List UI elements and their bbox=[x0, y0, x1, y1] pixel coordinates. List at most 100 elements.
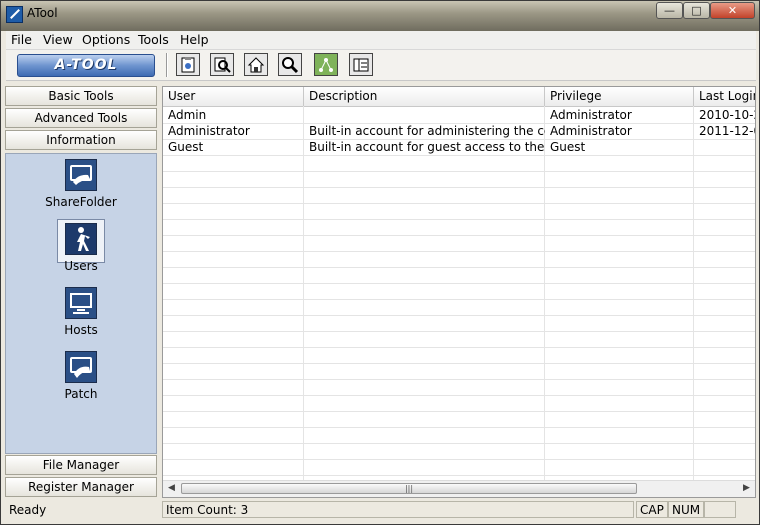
window-title: ATool bbox=[27, 6, 58, 20]
cell-user: Administrator bbox=[168, 124, 250, 138]
minimize-icon: — bbox=[664, 4, 675, 17]
magnifier-icon bbox=[282, 56, 299, 73]
sidebar-item-hosts[interactable]: Hosts bbox=[6, 287, 156, 337]
table-row bbox=[163, 219, 755, 236]
minimize-button[interactable]: — bbox=[656, 2, 683, 19]
sidebar-item-label: Hosts bbox=[64, 323, 98, 337]
menu-bar: File View Options Tools Help bbox=[6, 31, 756, 50]
cell-description bbox=[304, 107, 545, 123]
sidebar-item-patch[interactable]: Patch bbox=[6, 351, 156, 401]
cell-last-login bbox=[694, 139, 755, 155]
status-bar: Ready Item Count: 3 CAP NUM bbox=[5, 500, 757, 520]
sidebar-item-sharefolder[interactable]: ShareFolder bbox=[6, 159, 156, 209]
table-row bbox=[163, 315, 755, 332]
sidebar-item-label: Users bbox=[64, 259, 98, 273]
cell-privilege: Administrator bbox=[550, 108, 632, 122]
close-icon: ✕ bbox=[727, 4, 738, 17]
cell-privilege: Administrator bbox=[550, 124, 632, 138]
column-header-user[interactable]: User bbox=[163, 87, 304, 106]
patch-icon bbox=[65, 351, 97, 383]
column-header-description[interactable]: Description bbox=[304, 87, 545, 106]
atool-logo: A-TOOL bbox=[17, 54, 155, 77]
home-icon bbox=[247, 56, 265, 72]
resize-grip-icon[interactable] bbox=[736, 501, 756, 518]
table-row bbox=[163, 187, 755, 204]
status-cap: CAP bbox=[636, 501, 668, 518]
cell-user: Admin bbox=[168, 108, 207, 122]
table-row bbox=[163, 251, 755, 268]
sharefolder-icon bbox=[65, 159, 97, 191]
users-list-view[interactable]: User Description Privilege Last Login Ad… bbox=[162, 86, 756, 498]
toolbar-button-2[interactable] bbox=[210, 53, 234, 76]
sidebar-information[interactable]: Information bbox=[5, 130, 157, 150]
maximize-icon: □ bbox=[691, 4, 702, 17]
table-row bbox=[163, 459, 755, 476]
sidebar-item-label: ShareFolder bbox=[45, 195, 117, 209]
horizontal-scrollbar[interactable]: ◀ ||| ▶ bbox=[163, 480, 755, 497]
network-icon bbox=[319, 57, 333, 72]
status-scroll bbox=[704, 501, 736, 518]
sidebar-basic-tools[interactable]: Basic Tools bbox=[5, 86, 157, 106]
document-search-icon bbox=[214, 57, 231, 73]
scroll-right-icon[interactable]: ▶ bbox=[743, 483, 750, 493]
toolbar-button-6[interactable] bbox=[349, 53, 373, 76]
cell-privilege: Guest bbox=[550, 140, 586, 154]
toolbar-separator bbox=[166, 53, 168, 77]
clipboard-icon bbox=[181, 56, 195, 72]
table-row bbox=[163, 331, 755, 348]
scrollbar-thumb[interactable]: ||| bbox=[181, 483, 637, 494]
table-row bbox=[163, 427, 755, 444]
window-controls: — □ ✕ bbox=[656, 2, 755, 19]
sidebar-file-manager[interactable]: File Manager bbox=[5, 455, 157, 475]
app-icon[interactable] bbox=[6, 6, 23, 23]
status-ready: Ready bbox=[9, 503, 47, 517]
table-row bbox=[163, 363, 755, 380]
close-button[interactable]: ✕ bbox=[710, 2, 755, 19]
status-num: NUM bbox=[668, 501, 704, 518]
table-row bbox=[163, 379, 755, 396]
table-row[interactable]: Administrator Built-in account for admin… bbox=[163, 123, 755, 140]
menu-file[interactable]: File bbox=[11, 32, 32, 47]
status-item-count: Item Count: 3 bbox=[162, 501, 634, 518]
table-row bbox=[163, 299, 755, 316]
cell-description: Built-in account for guest access to the… bbox=[309, 140, 545, 154]
hosts-icon bbox=[65, 287, 97, 319]
table-row bbox=[163, 267, 755, 284]
column-header-privilege[interactable]: Privilege bbox=[545, 87, 694, 106]
menu-view[interactable]: View bbox=[43, 32, 73, 47]
cell-last-login: 2010-10-22 bbox=[699, 108, 755, 122]
menu-help[interactable]: Help bbox=[180, 32, 209, 47]
cell-last-login: 2011-12-06 bbox=[699, 124, 755, 138]
sidebar: Basic Tools Advanced Tools Information S… bbox=[5, 86, 158, 498]
table-row[interactable]: Guest Built-in account for guest access … bbox=[163, 139, 755, 156]
scroll-left-icon[interactable]: ◀ bbox=[168, 483, 175, 493]
table-row bbox=[163, 443, 755, 460]
toolbar: A-TOOL bbox=[6, 50, 756, 81]
maximize-button[interactable]: □ bbox=[683, 2, 710, 19]
registry-icon bbox=[353, 58, 369, 71]
toolbar-button-5[interactable] bbox=[314, 53, 338, 76]
sidebar-register-manager[interactable]: Register Manager bbox=[5, 477, 157, 497]
column-header-last-login[interactable]: Last Login bbox=[694, 87, 755, 106]
table-row[interactable]: Admin Administrator 2010-10-22 bbox=[163, 107, 755, 124]
information-panel: ShareFolder Users Hosts Patch bbox=[5, 153, 157, 454]
users-icon bbox=[65, 223, 97, 255]
cell-description: Built-in account for administering the c… bbox=[309, 124, 545, 138]
title-bar[interactable]: ATool — □ ✕ bbox=[1, 1, 759, 31]
sidebar-item-label: Patch bbox=[64, 387, 98, 401]
toolbar-button-1[interactable] bbox=[176, 53, 200, 76]
app-window: ATool — □ ✕ File View Options Tools Help… bbox=[0, 0, 760, 525]
sidebar-item-users[interactable]: Users bbox=[6, 223, 156, 273]
toolbar-button-4[interactable] bbox=[278, 53, 302, 76]
table-row bbox=[163, 171, 755, 188]
table-header: User Description Privilege Last Login bbox=[163, 87, 755, 107]
menu-options[interactable]: Options bbox=[82, 32, 130, 47]
cell-user: Guest bbox=[168, 140, 204, 154]
sidebar-advanced-tools[interactable]: Advanced Tools bbox=[5, 108, 157, 128]
table-row bbox=[163, 411, 755, 428]
table-row bbox=[163, 235, 755, 252]
toolbar-button-3[interactable] bbox=[244, 53, 268, 76]
table-row bbox=[163, 347, 755, 364]
table-row bbox=[163, 283, 755, 300]
menu-tools[interactable]: Tools bbox=[138, 32, 169, 47]
